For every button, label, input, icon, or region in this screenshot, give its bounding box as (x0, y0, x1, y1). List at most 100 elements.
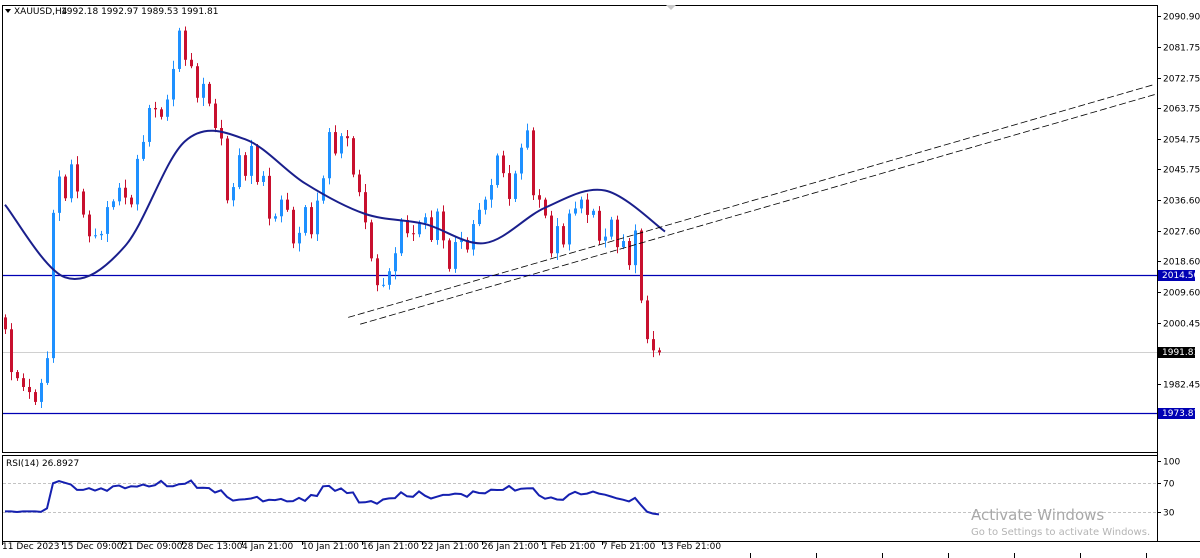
candle-body[interactable] (124, 187, 127, 198)
candle-body[interactable] (370, 222, 373, 259)
candle-body[interactable] (562, 226, 565, 245)
candle-body[interactable] (190, 59, 193, 67)
candle-body[interactable] (334, 132, 337, 154)
candle-body[interactable] (148, 107, 151, 142)
candle-body[interactable] (172, 68, 175, 100)
candle-body[interactable] (274, 216, 277, 219)
candle-body[interactable] (322, 178, 325, 201)
candle-body[interactable] (484, 199, 487, 210)
candle-body[interactable] (598, 210, 601, 241)
candle-body[interactable] (136, 158, 139, 205)
candle-body[interactable] (436, 211, 439, 241)
candle-body[interactable] (292, 209, 295, 244)
candle-body[interactable] (214, 103, 217, 129)
candle-body[interactable] (10, 329, 13, 373)
candle-body[interactable] (52, 212, 55, 359)
candle-body[interactable] (268, 175, 271, 219)
candle-body[interactable] (568, 213, 571, 245)
candle-body[interactable] (580, 199, 583, 209)
candle-body[interactable] (166, 99, 169, 117)
candle-body[interactable] (250, 145, 253, 176)
candle-body[interactable] (520, 147, 523, 174)
candle-body[interactable] (490, 185, 493, 200)
candle-body[interactable] (112, 201, 115, 208)
candle-body[interactable] (154, 107, 157, 110)
candle-body[interactable] (622, 241, 625, 248)
candle-body[interactable] (82, 191, 85, 215)
candle-body[interactable] (586, 199, 589, 215)
candle-body[interactable] (280, 199, 283, 217)
candle-body[interactable] (472, 224, 475, 250)
candle-body[interactable] (286, 199, 289, 210)
candle-body[interactable] (376, 258, 379, 286)
candle-body[interactable] (88, 214, 91, 237)
candle-body[interactable] (628, 241, 631, 266)
candle-body[interactable] (100, 233, 103, 236)
candle-body[interactable] (532, 130, 535, 196)
candle-body[interactable] (160, 109, 163, 117)
candle-body[interactable] (430, 217, 433, 241)
candle-body[interactable] (16, 372, 19, 379)
candle-body[interactable] (538, 195, 541, 200)
candle-body[interactable] (508, 173, 511, 199)
candle-body[interactable] (328, 132, 331, 179)
candle-body[interactable] (316, 200, 319, 235)
candle-body[interactable] (658, 350, 661, 353)
candle-body[interactable] (358, 174, 361, 193)
candle-body[interactable] (340, 136, 343, 154)
candle-body[interactable] (604, 236, 607, 241)
candle-body[interactable] (442, 211, 445, 241)
candle-body[interactable] (556, 226, 559, 254)
candle-body[interactable] (496, 155, 499, 186)
candle-body[interactable] (574, 208, 577, 214)
candle-body[interactable] (448, 240, 451, 269)
candle-body[interactable] (232, 187, 235, 201)
candle-body[interactable] (196, 66, 199, 98)
candle-body[interactable] (40, 382, 43, 402)
candle-body[interactable] (418, 223, 421, 235)
candle-body[interactable] (646, 300, 649, 340)
candle-body[interactable] (94, 235, 97, 237)
candle-body[interactable] (424, 217, 427, 224)
candle-body[interactable] (130, 197, 133, 205)
candle-body[interactable] (208, 83, 211, 104)
candle-body[interactable] (610, 219, 613, 237)
candle-body[interactable] (616, 219, 619, 248)
candle-body[interactable] (310, 207, 313, 235)
candle-body[interactable] (526, 130, 529, 148)
candle-body[interactable] (118, 187, 121, 202)
candle-body[interactable] (352, 138, 355, 175)
candle-body[interactable] (184, 30, 187, 60)
candle-body[interactable] (34, 392, 37, 402)
candle-body[interactable] (388, 271, 391, 285)
candle-body[interactable] (382, 284, 385, 286)
candle-body[interactable] (346, 136, 349, 139)
candle-body[interactable] (202, 83, 205, 98)
candle-body[interactable] (262, 175, 265, 182)
candle-body[interactable] (298, 232, 301, 244)
candle-body[interactable] (64, 176, 67, 199)
candle-body[interactable] (238, 155, 241, 188)
candle-body[interactable] (592, 210, 595, 215)
candle-body[interactable] (76, 164, 79, 192)
candle-body[interactable] (46, 358, 49, 383)
candle-body[interactable] (28, 386, 31, 393)
candle-body[interactable] (226, 138, 229, 201)
candle-body[interactable] (412, 233, 415, 235)
candle-body[interactable] (220, 128, 223, 139)
candle-body[interactable] (502, 155, 505, 174)
candle-body[interactable] (514, 173, 517, 199)
candle-body[interactable] (400, 219, 403, 254)
candle-body[interactable] (70, 164, 73, 199)
candle-body[interactable] (22, 378, 25, 387)
candle-body[interactable] (394, 253, 397, 272)
candle-body[interactable] (106, 207, 109, 234)
candle-body[interactable] (58, 176, 61, 213)
candle-body[interactable] (244, 155, 247, 176)
candle-body[interactable] (634, 230, 637, 266)
candle-body[interactable] (550, 215, 553, 254)
candle-body[interactable] (454, 242, 457, 269)
candle-body[interactable] (256, 145, 259, 182)
candle-body[interactable] (304, 207, 307, 233)
candle-body[interactable] (652, 339, 655, 351)
